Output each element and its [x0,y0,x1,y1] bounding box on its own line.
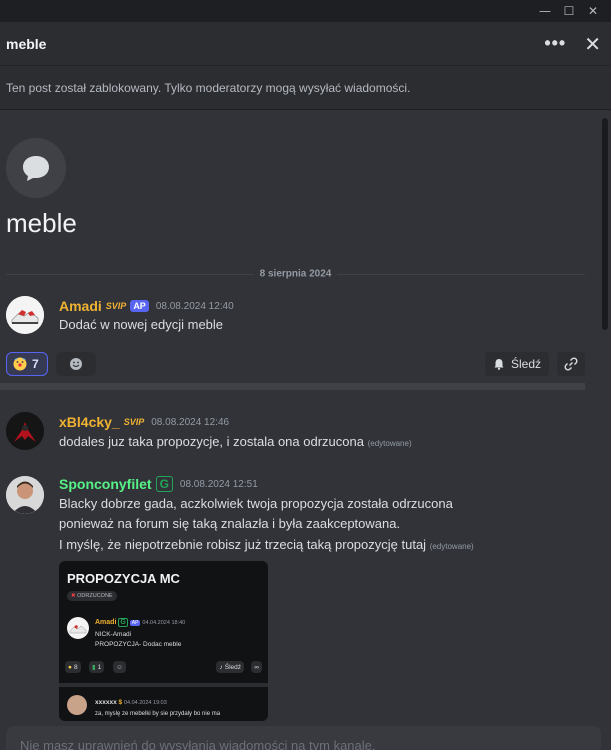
window-titlebar: — ☐ ✕ [0,0,611,22]
minimize-button[interactable]: — [533,4,557,18]
timestamp: 08.08.2024 12:40 [155,300,234,312]
post-separator [0,383,585,390]
link-icon [564,357,578,371]
dollar-icon: $ [118,699,123,706]
follow-label: Śledź [510,357,541,371]
embed-reaction-2: ▮ 1 [89,661,105,673]
clown-face-icon [13,357,27,371]
embed-link: ∞ [251,661,262,673]
embed-reaction-count: 1 [97,663,102,671]
embed-reactions: ● 8 ▮ 1 ☺ ♪ Śledź ∞ [65,661,262,675]
maximize-button[interactable]: ☐ [557,4,581,18]
dark-avatar-icon [6,412,44,450]
embed-separator [59,683,268,687]
date-divider: 8 sierpnia 2024 [6,268,585,280]
embed-timestamp: 04.04.2024 18:40 [142,620,186,626]
message-composer: Nie masz uprawnień do wysyłania wiadomoś… [6,726,601,750]
g-badge: G [118,618,128,627]
message-text: dodales juz taka propozycje, i zostala o… [59,433,412,453]
embed-line-2: PROPOZYCJA- Dodac meble [95,641,182,648]
embed-reaction-count: 8 [73,663,78,671]
author-name[interactable]: xBl4cky_ [59,414,120,430]
message-body: dodales juz taka propozycje, i zostala o… [59,434,364,449]
ap-badge: AP [129,620,141,626]
embed-reaction-1: ● 8 [65,661,81,673]
follow-button[interactable]: Śledź [484,352,549,376]
chat-bubble-icon [23,156,49,181]
author-name[interactable]: Sponconyfilet [59,476,152,492]
window-close-button[interactable]: ✕ [581,4,605,18]
message-meta: xBl4cky_ SVIP 08.08.2024 12:46 [59,414,229,430]
message-meta: Amadi SVIP AP 08.08.2024 12:40 [59,298,234,314]
embed-meta-2: xxxxxx $ 04.04.2024 19:03 [95,699,167,706]
x-icon: ✖ [71,593,76,599]
embed-avatar [67,617,89,639]
message-text: Dodać w nowej edycji meble [59,317,224,332]
thread-content: meble 8 sierpnia 2024 Amadi SVIP AP 08.0… [0,110,611,750]
message-line-1: Blacky dobrze gada, aczkolwiek twoja pro… [59,496,453,511]
g-badge: G [155,476,173,492]
thread-title: meble [6,208,77,238]
reaction-bar: 7 Śledź [6,352,585,378]
bell-icon: ♪ [219,663,223,671]
edited-marker: (edytowane) [429,542,474,551]
composer-placeholder: Nie masz uprawnień do wysyłania wiadomoś… [20,738,376,750]
embed-line-3: za, myslę ze mebelki by sie przydaly bo … [95,711,221,717]
embed-timestamp-2: 04.04.2024 19:03 [123,700,167,706]
embed-meta: Amadi G AP 04.04.2024 18:40 [95,618,186,627]
laugh-icon: ● [68,663,72,671]
sneaker-avatar-icon [6,296,44,334]
thread-header: meble ••• ✕ [0,22,611,66]
embed-follow-label: Śledź [224,663,241,671]
message-body: I myślę, że niepotrzebnie robisz już trz… [59,537,427,552]
reaction-clown[interactable]: 7 [6,352,48,376]
link-icon: ∞ [254,663,259,671]
embed-tag-label: ODRZUCONE [77,593,113,599]
avatar[interactable] [6,412,44,450]
embed-avatar-2 [67,695,87,715]
timestamp: 08.08.2024 12:51 [179,478,258,490]
person-avatar-icon [6,476,44,514]
copy-link-button[interactable] [557,352,585,376]
embed-follow: ♪ Śledź [216,661,244,673]
locked-notice: Ten post został zablokowany. Tylko moder… [0,66,611,110]
author-name[interactable]: Amadi [59,298,102,314]
smiley-icon: ☺ [116,663,123,671]
embed-add-reaction: ☺ [113,661,126,673]
thread-icon [6,138,66,198]
close-thread-button[interactable]: ✕ [584,32,601,56]
avatar[interactable] [6,296,44,334]
message-meta: Sponconyfilet G 08.08.2024 12:51 [59,476,258,492]
thread-header-title: meble [6,35,47,52]
reaction-count: 7 [32,357,39,371]
message-line-2: ponieważ na forum się taką znalazła i by… [59,516,401,531]
smiley-icon [70,358,82,370]
embed-status-tag: ✖ ODRZUCONE [67,591,117,601]
chart-icon: ▮ [92,664,96,671]
edited-marker: (edytowane) [367,439,412,448]
add-reaction-button[interactable] [56,352,96,376]
ap-badge: AP [130,300,149,312]
embed-author-2: xxxxxx [95,699,117,706]
sneaker-avatar-icon [67,617,89,639]
embed-author: Amadi [95,619,117,626]
embed-title: PROPOZYCJA MC [67,571,180,586]
bell-icon [494,359,504,370]
svip-badge: SVIP [105,301,127,311]
more-options-button[interactable]: ••• [544,33,566,54]
timestamp: 08.08.2024 12:46 [151,416,230,428]
message-line-3: I myślę, że niepotrzebnie robisz już trz… [59,536,474,556]
svip-badge: SVIP [123,417,145,427]
embed-line-1: NICK-Amadi [95,631,132,638]
attachment-image[interactable]: PROPOZYCJA MC ✖ ODRZUCONE Amadi G AP 04.… [59,561,268,721]
date-divider-label: 8 sierpnia 2024 [253,268,338,280]
avatar[interactable] [6,476,44,514]
